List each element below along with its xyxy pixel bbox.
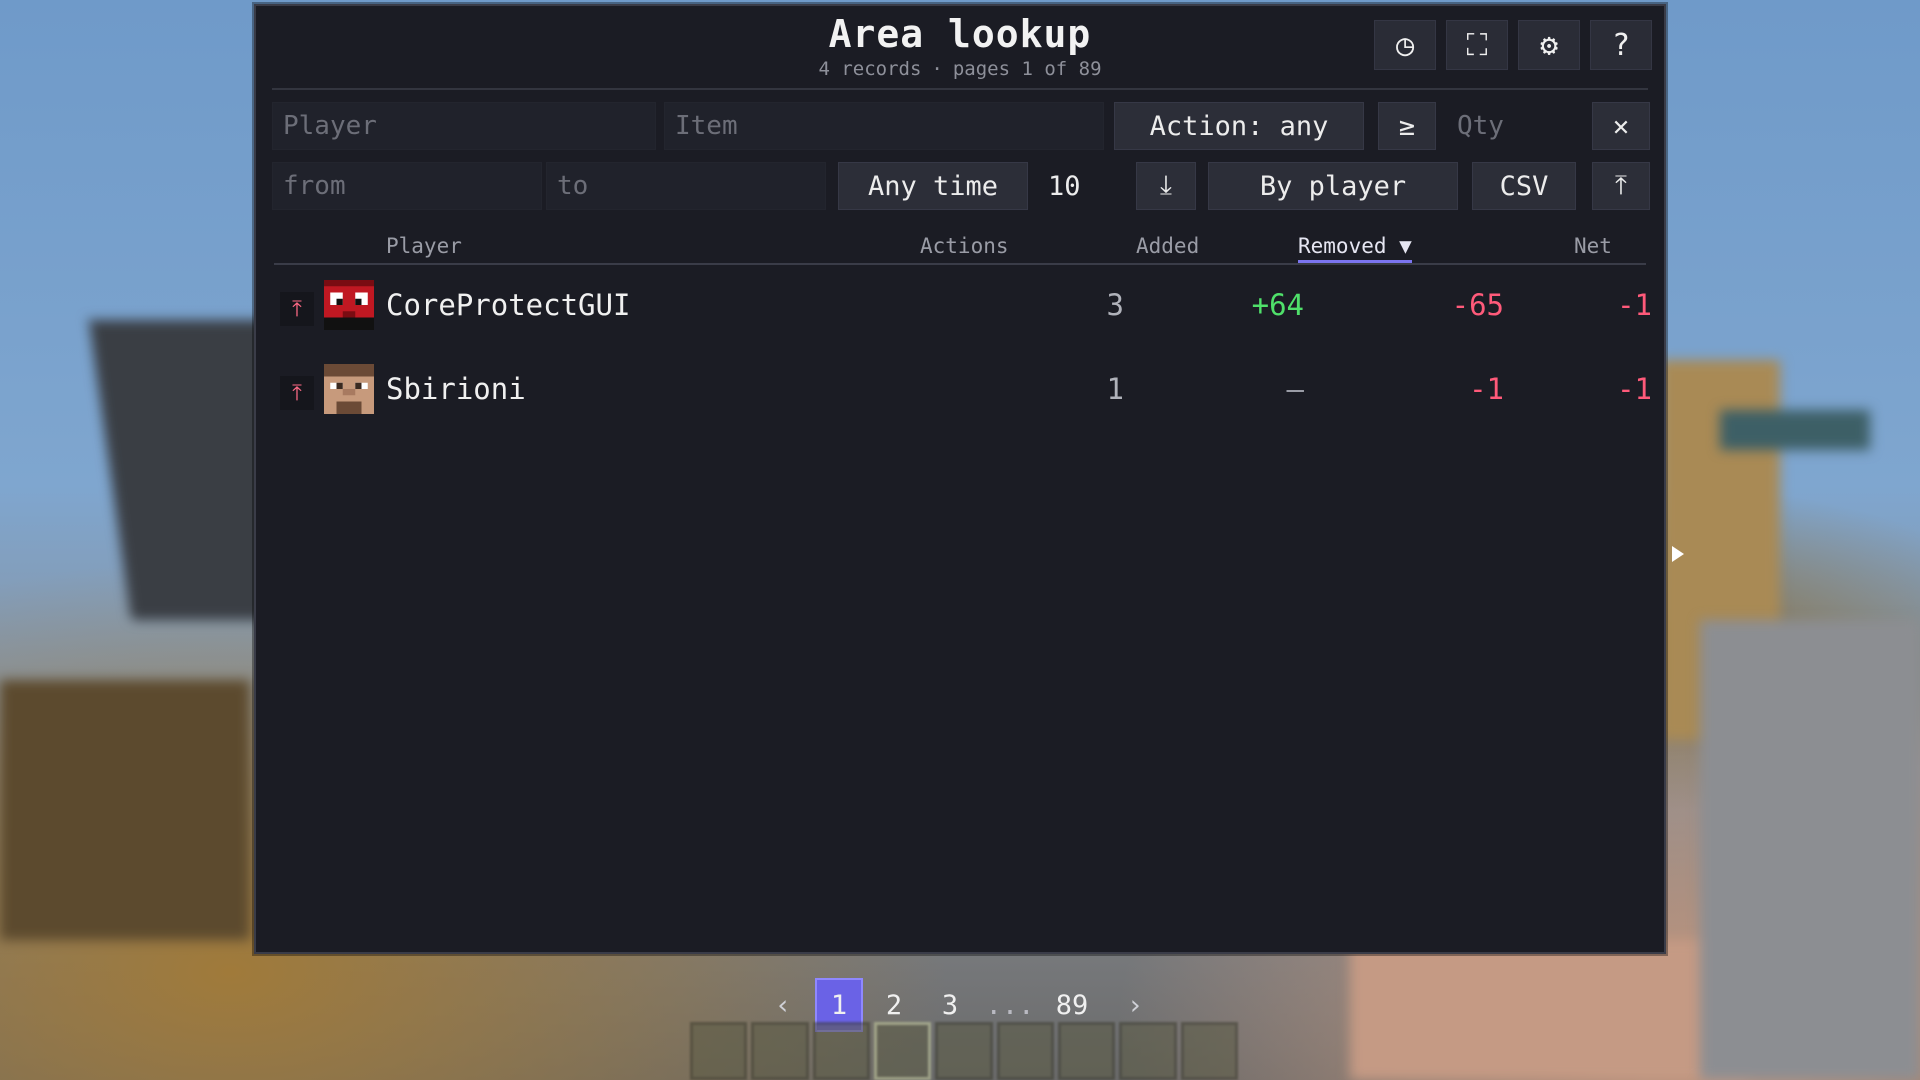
column-header-removed[interactable]: Removed ▼ bbox=[1298, 234, 1412, 263]
player-name: Sbirioni bbox=[386, 372, 526, 406]
teleport-icon: ⤒ bbox=[292, 296, 302, 322]
removed-count: -65 bbox=[1451, 288, 1504, 322]
group-by-button[interactable]: By player bbox=[1208, 162, 1458, 210]
added-count: — bbox=[1286, 372, 1304, 406]
gear-icon: ⚙ bbox=[1539, 27, 1559, 63]
avatar bbox=[324, 364, 374, 414]
removed-count: -1 bbox=[1469, 372, 1504, 406]
hotbar-slot bbox=[690, 1022, 748, 1080]
teleport-icon: ⤒ bbox=[292, 380, 302, 406]
mouse-cursor bbox=[1672, 546, 1684, 562]
help-button[interactable]: ? bbox=[1590, 20, 1652, 70]
table-header-divider bbox=[274, 263, 1646, 265]
clear-filters-button[interactable]: ✕ bbox=[1592, 102, 1650, 150]
comparator-button[interactable]: ≥ bbox=[1378, 102, 1436, 150]
expand-icon: ⛶ bbox=[1466, 27, 1488, 63]
teleport-button[interactable]: ⤒ bbox=[280, 292, 314, 326]
csv-export-button[interactable]: CSV bbox=[1472, 162, 1576, 210]
net-count: -1 bbox=[1617, 372, 1652, 406]
net-count: -1 bbox=[1617, 288, 1652, 322]
page-count: pages 1 of 89 bbox=[952, 58, 1102, 80]
hotbar-slot bbox=[935, 1022, 993, 1080]
header-divider bbox=[272, 88, 1648, 90]
download-button[interactable]: ⤓ bbox=[1136, 162, 1196, 210]
to-date-input[interactable]: to bbox=[546, 162, 826, 210]
help-icon: ? bbox=[1611, 27, 1631, 63]
hotbar-slot bbox=[812, 1022, 870, 1080]
hotbar-slot bbox=[1057, 1022, 1116, 1080]
record-count: 4 records bbox=[818, 58, 922, 80]
download-icon: ⤓ bbox=[1160, 170, 1172, 201]
hotbar-slot bbox=[996, 1022, 1054, 1080]
teleport-button[interactable]: ⤒ bbox=[280, 376, 314, 410]
hotbar-slot bbox=[751, 1022, 809, 1080]
player-name: CoreProtectGUI bbox=[386, 288, 631, 322]
world-background bbox=[0, 680, 250, 940]
history-icon: ◷ bbox=[1395, 27, 1415, 63]
time-range-button[interactable]: Any time bbox=[838, 162, 1028, 210]
fullscreen-button[interactable]: ⛶ bbox=[1446, 20, 1508, 70]
column-header-actions[interactable]: Actions bbox=[920, 234, 1009, 258]
avatar bbox=[324, 280, 374, 330]
from-date-input[interactable]: from bbox=[272, 162, 542, 210]
summary-separator: · bbox=[931, 58, 943, 80]
column-header-net[interactable]: Net bbox=[1574, 234, 1612, 258]
hotbar-slot bbox=[1180, 1022, 1238, 1080]
hotbar-slot bbox=[1119, 1022, 1177, 1080]
settings-button[interactable]: ⚙ bbox=[1518, 20, 1580, 70]
world-background bbox=[1720, 410, 1870, 450]
upload-icon: ⤒ bbox=[1615, 170, 1627, 201]
item-filter-input[interactable]: Item bbox=[664, 102, 1104, 150]
table-row[interactable]: ⤒ Sbirioni 1 — -1 -1 bbox=[274, 362, 1652, 424]
added-count: +64 bbox=[1251, 288, 1304, 322]
hotbar-slot-selected bbox=[873, 1022, 932, 1080]
player-filter-input[interactable]: Player bbox=[272, 102, 656, 150]
close-icon: ✕ bbox=[1612, 110, 1630, 142]
column-header-added[interactable]: Added bbox=[1136, 234, 1199, 258]
table-row[interactable]: ⤒ CoreProtectGUI 3 +64 -65 -1 bbox=[274, 278, 1652, 340]
actions-count: 1 bbox=[1106, 372, 1124, 406]
hotbar bbox=[690, 1022, 1238, 1080]
history-button[interactable]: ◷ bbox=[1374, 20, 1436, 70]
area-lookup-panel: Area lookup 4 records · pages 1 of 89 ◷ ⛶ … bbox=[254, 4, 1666, 954]
upload-button[interactable]: ⤒ bbox=[1592, 162, 1650, 210]
header-toolbar: ◷ ⛶ ⚙ ? bbox=[1374, 20, 1652, 70]
action-filter-button[interactable]: Action: any bbox=[1114, 102, 1364, 150]
quantity-input[interactable]: Qty bbox=[1446, 102, 1554, 150]
actions-count: 3 bbox=[1106, 288, 1124, 322]
column-header-player[interactable]: Player bbox=[386, 234, 462, 258]
limit-input[interactable]: 10 bbox=[1048, 162, 1108, 210]
